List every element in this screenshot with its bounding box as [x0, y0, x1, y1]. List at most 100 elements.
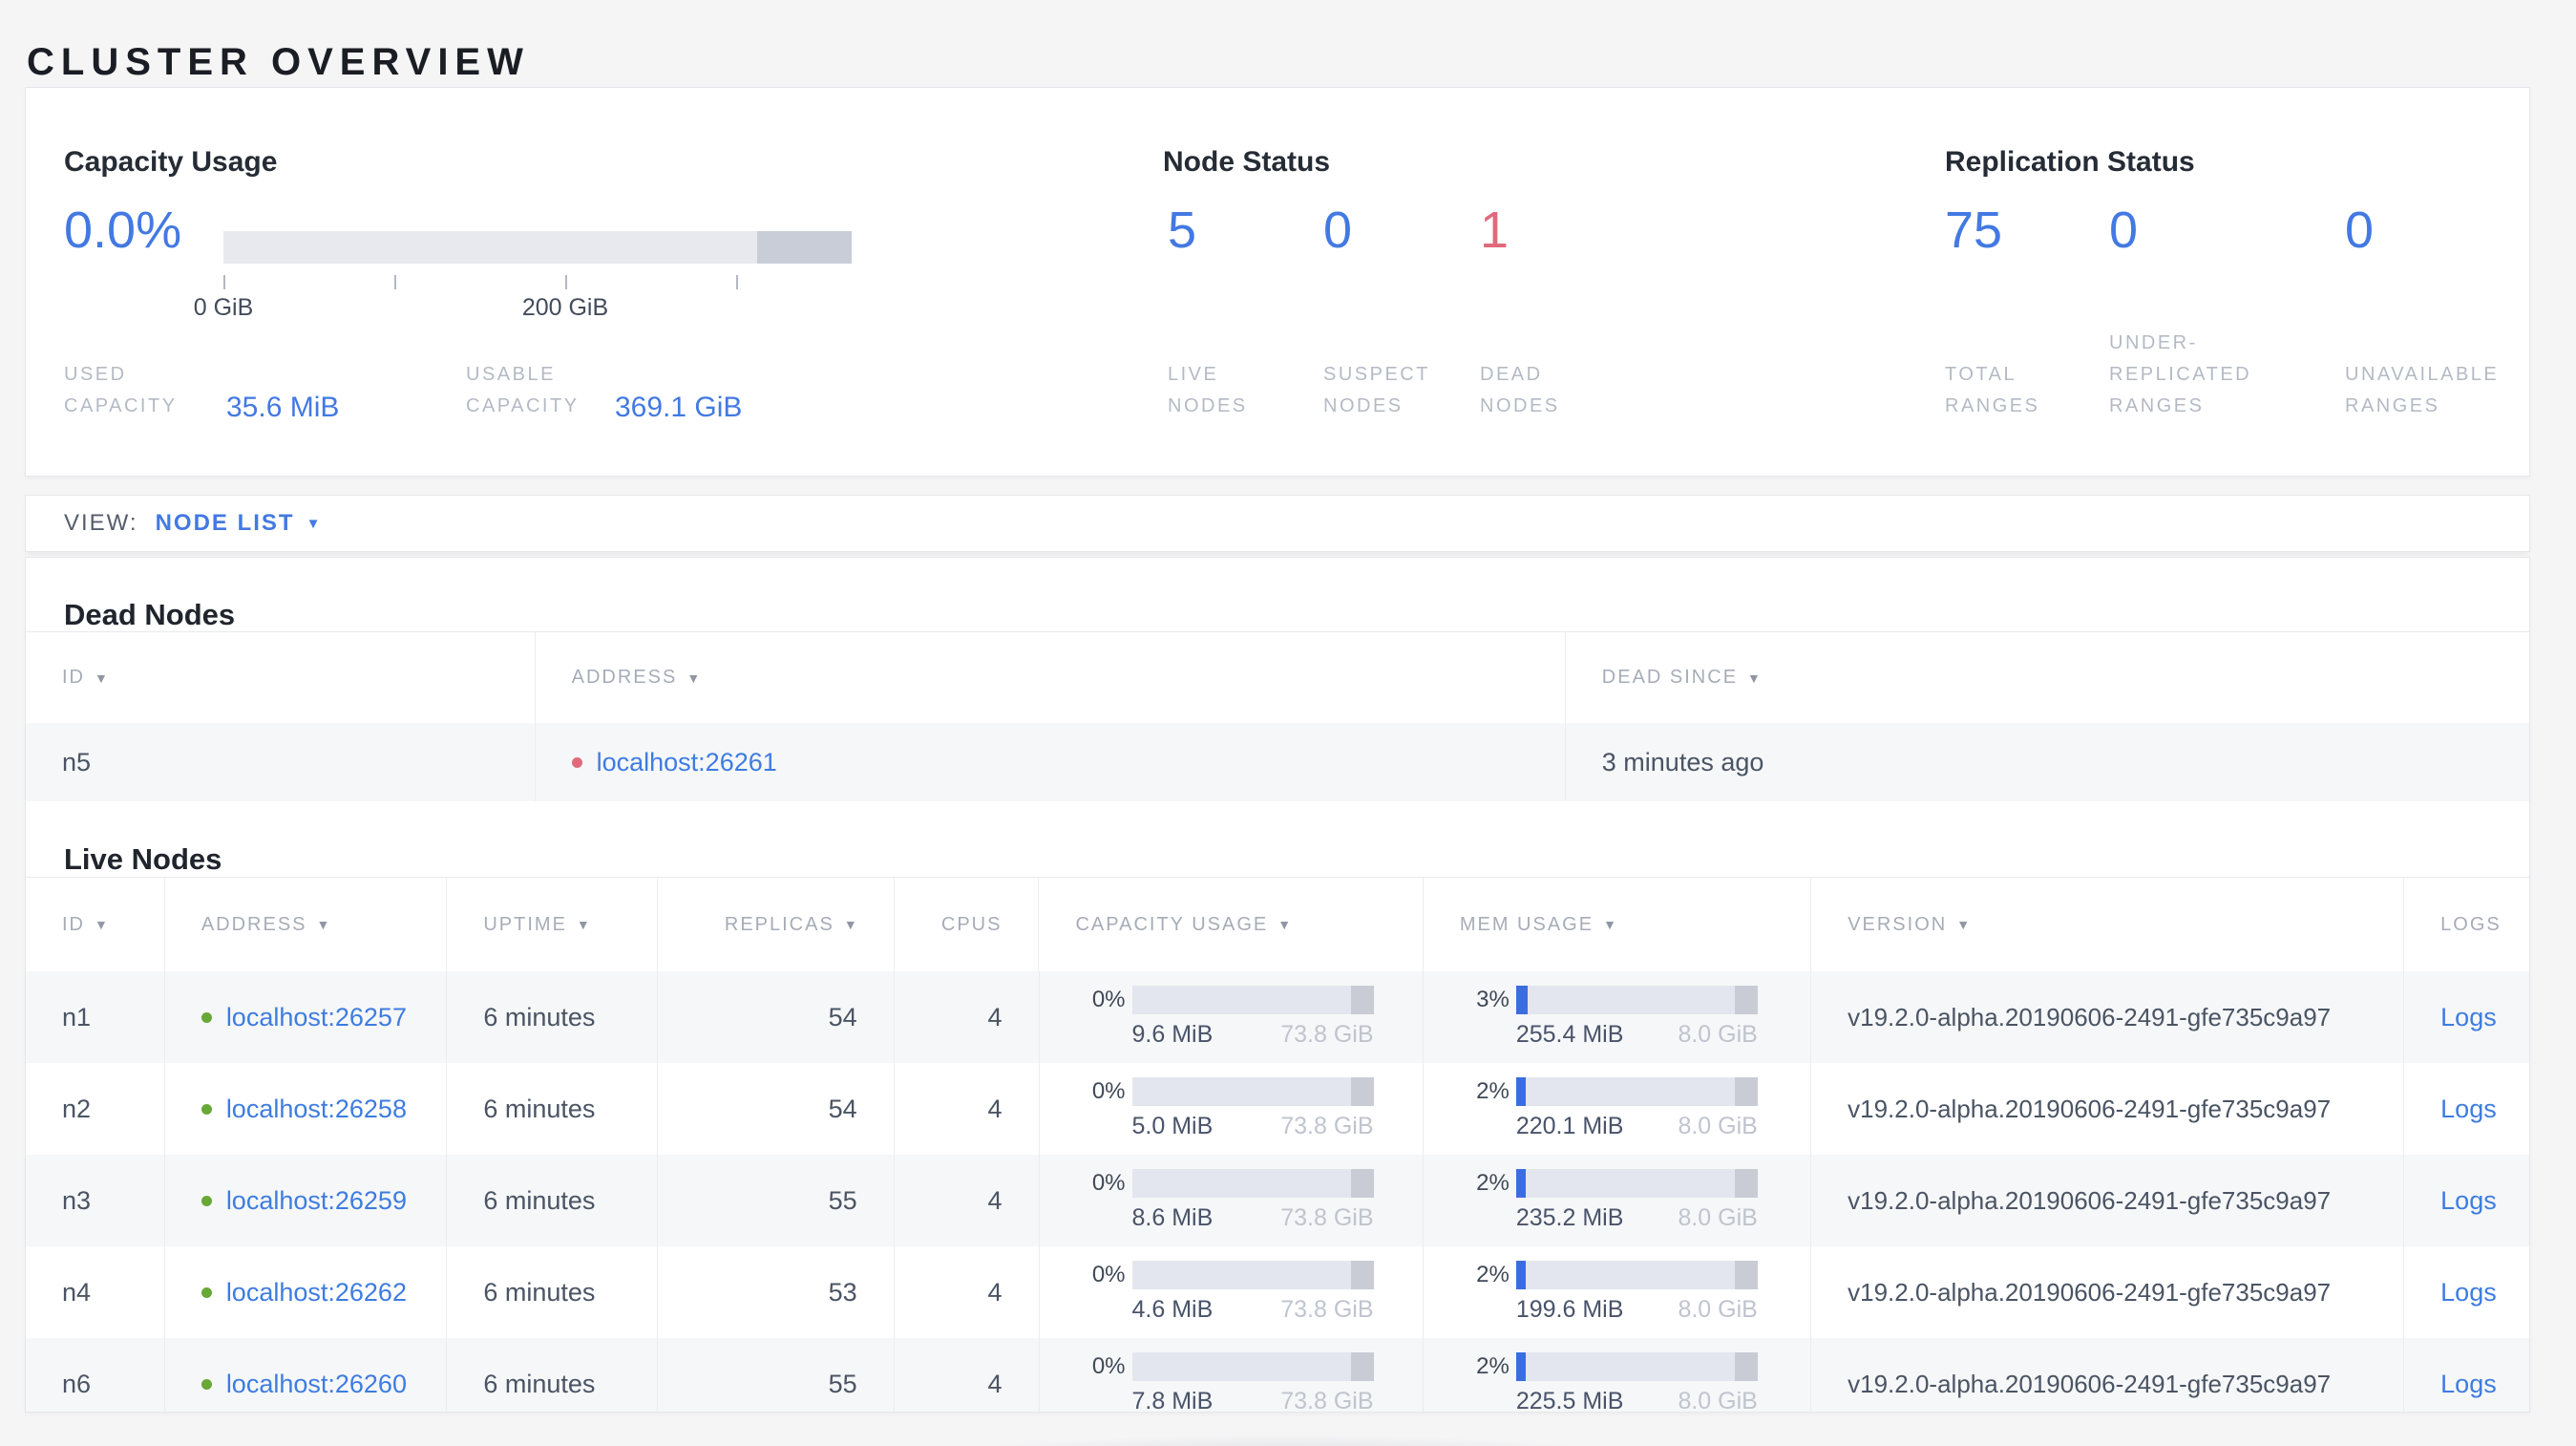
- mem-usage-bar: [1515, 1077, 1758, 1106]
- used-value: 4.6 MiB: [1131, 1296, 1214, 1323]
- suspect-nodes-count: 0: [1323, 202, 1353, 259]
- bottom-scroll-shadow: [735, 1415, 1833, 1446]
- usage-percent: 2%: [1476, 1353, 1510, 1379]
- live-nodes-table: ID ▼ ADDRESS ▼ UPTIME ▼ REPLICAS ▼ CPUS CAPACITY …: [26, 877, 2529, 1412]
- capacity-used-percent: 0.0%: [64, 202, 182, 259]
- view-selector-bar: VIEW: NODE LIST ▼: [25, 495, 2530, 552]
- dead-nodes-label: DEAD NODES: [1480, 364, 1560, 416]
- column-header-id[interactable]: ID ▼: [26, 632, 536, 723]
- logs-link[interactable]: Logs: [2440, 1186, 2497, 1216]
- node-id-cell: n6: [26, 1338, 165, 1412]
- node-status-heading: Node Status: [1163, 145, 1331, 178]
- node-address-link[interactable]: localhost:26259: [226, 1186, 407, 1216]
- capacity-usage-bar-row: 0%: [1040, 1169, 1374, 1198]
- view-dropdown[interactable]: NODE LIST ▼: [156, 510, 321, 537]
- mem-usage-group: 3% 255.4 MiB 8.0 GiB: [1424, 986, 1758, 1049]
- live-nodes-label: LIVE NODES: [1168, 364, 1248, 416]
- column-header-mem-usage[interactable]: MEM USAGE ▼: [1424, 878, 1812, 971]
- mem-usage-cell: 3% 255.4 MiB 8.0 GiB: [1424, 971, 1812, 1063]
- replicas-cell: 55: [658, 1338, 895, 1412]
- logs-link[interactable]: Logs: [2440, 1095, 2497, 1124]
- node-address-link[interactable]: localhost:26261: [597, 748, 777, 777]
- dead-status-dot-icon: [571, 756, 582, 768]
- logs-link[interactable]: Logs: [2440, 1370, 2497, 1399]
- total-value: 8.0 GiB: [1678, 1021, 1758, 1048]
- uptime-cell: 6 minutes: [447, 1063, 659, 1155]
- used-capacity-label: USED CAPACITY: [64, 364, 178, 416]
- node-address-cell: localhost:26259: [165, 1155, 448, 1246]
- sort-desc-icon: ▼: [1747, 670, 1761, 686]
- bar-reserved-segment: [1734, 986, 1758, 1014]
- column-header-label: ID: [62, 667, 85, 688]
- total-value: 8.0 GiB: [1678, 1204, 1758, 1231]
- logs-cell: Logs: [2404, 1155, 2529, 1246]
- cpus-cell: 4: [895, 1246, 1040, 1338]
- column-header-replicas[interactable]: REPLICAS ▼: [658, 878, 895, 971]
- node-id: n6: [62, 1369, 92, 1398]
- node-address-link[interactable]: localhost:26258: [226, 1095, 407, 1124]
- used-value: 255.4 MiB: [1515, 1021, 1624, 1048]
- sort-desc-icon: ▼: [1956, 917, 1971, 932]
- mem-usage-bar: [1515, 1169, 1758, 1198]
- column-header-address[interactable]: ADDRESS ▼: [536, 632, 1566, 723]
- logs-link[interactable]: Logs: [2440, 1278, 2497, 1308]
- version-cell: v19.2.0-alpha.20190606-2491-gfe735c9a97: [1811, 1063, 2405, 1155]
- mem-usage-bar-row: 2%: [1424, 1352, 1758, 1381]
- bar-used-segment: [1515, 1352, 1526, 1381]
- logs-cell: Logs: [2404, 1338, 2529, 1412]
- column-header-label: ADDRESS: [201, 913, 307, 935]
- usable-capacity-value: 369.1 GiB: [615, 392, 743, 423]
- mem-usage-cell: 2% 199.6 MiB 8.0 GiB: [1424, 1246, 1812, 1338]
- sort-desc-icon: ▼: [686, 670, 701, 686]
- capacity-usage-labels: 8.6 MiB 73.8 GiB: [1132, 1204, 1374, 1232]
- capacity-usage-group: 0% 4.6 MiB 73.8 GiB: [1040, 1261, 1374, 1324]
- column-header-version[interactable]: VERSION ▼: [1811, 878, 2405, 971]
- column-header-address[interactable]: ADDRESS ▼: [165, 878, 448, 971]
- node-id: n2: [62, 1094, 92, 1123]
- column-header-dead-since[interactable]: DEAD SINCE ▼: [1566, 632, 2529, 723]
- live-status-dot-icon: [201, 1378, 212, 1390]
- live-node-row: n4 localhost:26262 6 minutes 53 4 0% 4.6 MiB 73…: [26, 1246, 2529, 1338]
- sort-desc-icon: ▼: [576, 917, 590, 932]
- mem-usage-bar: [1515, 1261, 1758, 1289]
- node-address-link[interactable]: localhost:26260: [226, 1370, 407, 1399]
- capacity-bar-reserved-segment: [757, 231, 852, 264]
- node-address-link[interactable]: localhost:26262: [226, 1278, 407, 1308]
- used-capacity-value: 35.6 MiB: [226, 392, 340, 423]
- column-header-label: LOGS: [2440, 913, 2502, 935]
- column-header-label: REPLICAS: [724, 913, 834, 935]
- node-id-cell: n4: [26, 1246, 165, 1338]
- dead-nodes-table: ID ▼ ADDRESS ▼ DEAD SINCE ▼ n5 localhost:26261…: [26, 631, 2529, 801]
- bar-reserved-segment: [1734, 1169, 1758, 1198]
- capacity-usage-cell: 0% 9.6 MiB 73.8 GiB: [1040, 971, 1424, 1063]
- page-title: CLUSTER OVERVIEW: [27, 40, 530, 83]
- node-address-link[interactable]: localhost:26257: [226, 1003, 407, 1032]
- mem-usage-cell: 2% 220.1 MiB 8.0 GiB: [1424, 1063, 1812, 1155]
- uptime-value: 6 minutes: [483, 1369, 596, 1398]
- mem-usage-group: 2% 225.5 MiB 8.0 GiB: [1424, 1352, 1758, 1412]
- column-header-id[interactable]: ID ▼: [26, 878, 165, 971]
- capacity-usage-cell: 0% 4.6 MiB 73.8 GiB: [1040, 1246, 1424, 1338]
- usage-percent: 0%: [1091, 1078, 1126, 1104]
- sort-desc-icon: ▼: [95, 917, 108, 932]
- column-header-uptime[interactable]: UPTIME ▼: [447, 878, 659, 971]
- dead-nodes-table-header: ID ▼ ADDRESS ▼ DEAD SINCE ▼: [26, 632, 2529, 723]
- column-header-label: VERSION: [1848, 913, 1948, 935]
- live-status-dot-icon: [201, 1011, 212, 1023]
- mem-usage-cell: 2% 235.2 MiB 8.0 GiB: [1424, 1155, 1812, 1246]
- uptime-value: 6 minutes: [483, 1002, 596, 1031]
- bar-reserved-segment: [1734, 1261, 1758, 1289]
- under-replicated-ranges-count: 0: [2109, 202, 2139, 259]
- node-address-cell: localhost:26262: [165, 1246, 448, 1338]
- cluster-overview-page: CLUSTER OVERVIEW Capacity Usage Node Sta…: [0, 0, 2576, 1446]
- live-nodes-count: 5: [1168, 202, 1197, 259]
- usage-percent: 2%: [1476, 1078, 1510, 1104]
- capacity-usage-group: 0% 7.8 MiB 73.8 GiB: [1040, 1352, 1374, 1412]
- bar-used-segment: [1515, 986, 1529, 1014]
- bar-reserved-segment: [1734, 1077, 1758, 1106]
- logs-link[interactable]: Logs: [2440, 1003, 2497, 1032]
- node-address-cell: localhost:26257: [165, 971, 448, 1063]
- mem-usage-labels: 220.1 MiB 8.0 GiB: [1516, 1113, 1758, 1140]
- column-header-capacity-usage[interactable]: CAPACITY USAGE ▼: [1039, 878, 1424, 971]
- bar-used-segment: [1515, 1077, 1526, 1106]
